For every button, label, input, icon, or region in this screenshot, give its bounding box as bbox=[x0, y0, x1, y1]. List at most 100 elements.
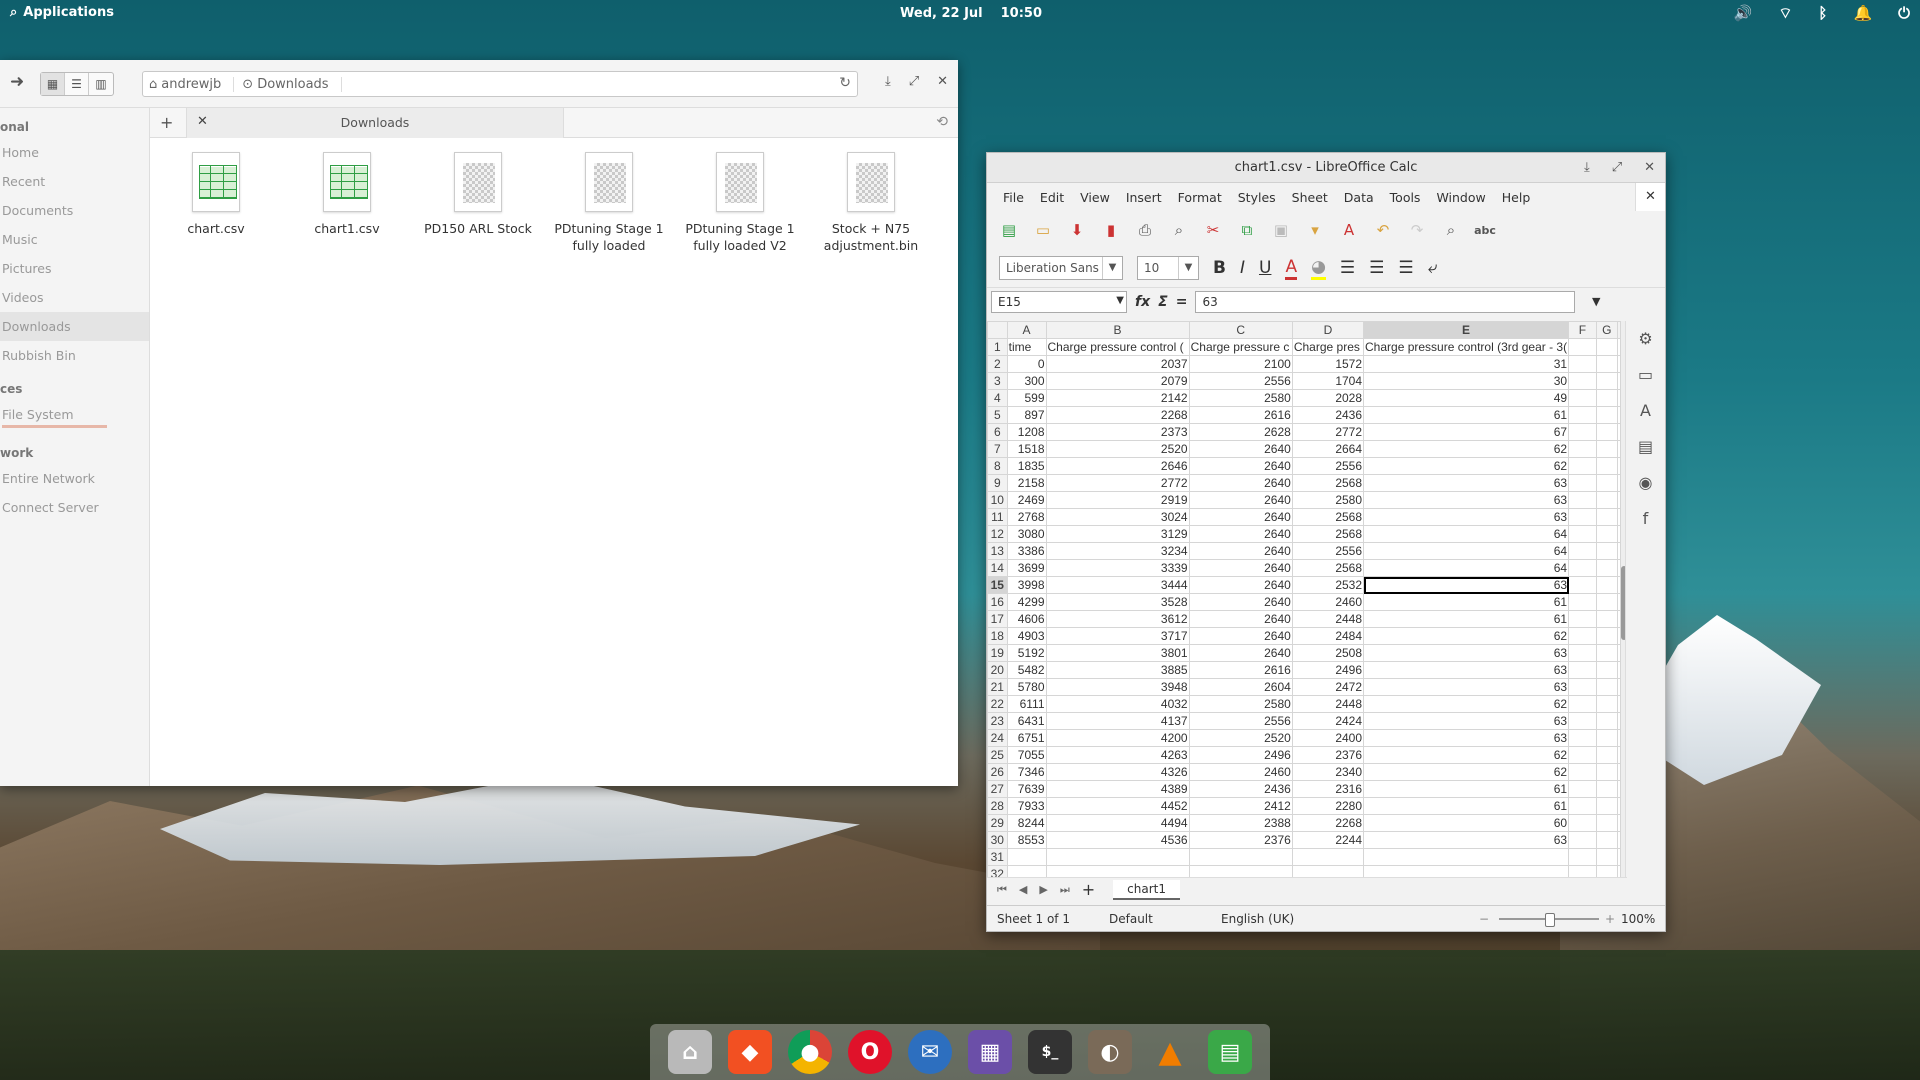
file-item[interactable]: Stock + N75 adjustment.bin bbox=[811, 140, 931, 254]
cell[interactable]: 62 bbox=[1363, 763, 1570, 781]
export-pdf-icon[interactable]: ▮ bbox=[1101, 220, 1121, 240]
cell[interactable] bbox=[1568, 338, 1597, 356]
cell[interactable]: 2640 bbox=[1188, 440, 1293, 458]
cell[interactable] bbox=[1595, 491, 1619, 509]
history-icon[interactable]: ⟲ bbox=[936, 114, 948, 130]
cell[interactable] bbox=[1595, 355, 1619, 373]
row-header[interactable]: 20 bbox=[987, 661, 1008, 679]
cell[interactable]: 4903 bbox=[1006, 627, 1047, 645]
sum-icon[interactable]: Σ bbox=[1158, 294, 1168, 310]
cell[interactable] bbox=[1595, 406, 1619, 424]
sidebar-item-documents[interactable]: Documents bbox=[0, 196, 149, 225]
cell[interactable]: 6111 bbox=[1006, 695, 1047, 713]
cell[interactable] bbox=[1595, 746, 1619, 764]
cell[interactable]: 6431 bbox=[1006, 712, 1047, 730]
cell[interactable]: Charge pres bbox=[1291, 338, 1365, 356]
row-header[interactable]: 17 bbox=[987, 610, 1008, 628]
cell[interactable] bbox=[1568, 712, 1597, 730]
cell[interactable]: 5482 bbox=[1006, 661, 1047, 679]
cell[interactable]: 2244 bbox=[1291, 831, 1365, 849]
cell[interactable]: 2100 bbox=[1188, 355, 1293, 373]
cell[interactable]: 8244 bbox=[1006, 814, 1047, 832]
cell[interactable]: Charge pressure c bbox=[1188, 338, 1293, 356]
cell[interactable]: 30 bbox=[1363, 372, 1570, 390]
properties-icon[interactable]: ⚙ bbox=[1626, 321, 1665, 357]
cell[interactable]: 3234 bbox=[1045, 542, 1190, 560]
cell[interactable]: 2373 bbox=[1045, 423, 1190, 441]
breadcrumb-downloads[interactable]: ⊙ Downloads bbox=[242, 76, 342, 92]
opera-app-icon[interactable]: O bbox=[848, 1030, 892, 1074]
cell[interactable] bbox=[1568, 474, 1597, 492]
name-box[interactable]: E15 ▼ bbox=[991, 290, 1127, 313]
cell[interactable] bbox=[1568, 831, 1597, 849]
cell[interactable]: 2568 bbox=[1291, 559, 1365, 577]
menu-edit[interactable]: Edit bbox=[1032, 190, 1072, 205]
cell[interactable]: 2496 bbox=[1188, 746, 1293, 764]
cell[interactable]: 2604 bbox=[1188, 678, 1293, 696]
cell[interactable]: 2772 bbox=[1045, 474, 1190, 492]
cell[interactable] bbox=[1568, 610, 1597, 628]
cell[interactable]: 4452 bbox=[1045, 797, 1190, 815]
font-name-select[interactable]: Liberation Sans ▼ bbox=[999, 256, 1123, 280]
align-center-icon[interactable]: ☰ bbox=[1369, 258, 1384, 278]
bluetooth-icon[interactable]: ᛒ bbox=[1818, 4, 1827, 23]
add-sheet-icon[interactable]: + bbox=[1082, 880, 1095, 899]
cell[interactable] bbox=[1568, 440, 1597, 458]
cell[interactable]: 4263 bbox=[1045, 746, 1190, 764]
menu-tools[interactable]: Tools bbox=[1382, 190, 1429, 205]
cell[interactable] bbox=[1595, 729, 1619, 747]
column-view-icon[interactable]: ▥ bbox=[89, 73, 113, 95]
cell[interactable] bbox=[1568, 508, 1597, 526]
row-header[interactable]: 21 bbox=[987, 678, 1008, 696]
row-header[interactable]: 16 bbox=[987, 593, 1008, 611]
cell[interactable]: 2556 bbox=[1188, 712, 1293, 730]
cell[interactable]: 2640 bbox=[1188, 627, 1293, 645]
zoom-slider[interactable] bbox=[1499, 913, 1599, 927]
row-header[interactable]: 28 bbox=[987, 797, 1008, 815]
cell[interactable] bbox=[1568, 593, 1597, 611]
cell[interactable]: 3386 bbox=[1006, 542, 1047, 560]
cell[interactable] bbox=[1595, 695, 1619, 713]
cell[interactable]: 2376 bbox=[1291, 746, 1365, 764]
cell[interactable]: 2640 bbox=[1188, 457, 1293, 475]
cell[interactable]: 5780 bbox=[1006, 678, 1047, 696]
function-wizard-icon[interactable]: fx bbox=[1135, 294, 1150, 310]
cell[interactable]: 2616 bbox=[1188, 661, 1293, 679]
cell[interactable]: 2768 bbox=[1006, 508, 1047, 526]
row-header[interactable]: 31 bbox=[987, 848, 1008, 866]
sidebar-item-downloads[interactable]: Downloads bbox=[0, 312, 149, 341]
zoom-in-icon[interactable]: + bbox=[1605, 912, 1615, 926]
cell[interactable] bbox=[1568, 542, 1597, 560]
column-header[interactable]: E bbox=[1363, 321, 1570, 339]
cell[interactable]: 3444 bbox=[1045, 576, 1190, 594]
row-header[interactable]: 22 bbox=[987, 695, 1008, 713]
cell[interactable]: 1572 bbox=[1291, 355, 1365, 373]
notifications-icon[interactable]: 🔔 bbox=[1853, 4, 1872, 23]
clone-format-icon[interactable]: ▾ bbox=[1305, 220, 1325, 240]
cell[interactable]: Charge pressure control ( bbox=[1045, 338, 1190, 356]
cell[interactable] bbox=[1568, 678, 1597, 696]
cell[interactable]: 7639 bbox=[1006, 780, 1047, 798]
last-sheet-icon[interactable]: ⏭ bbox=[1060, 883, 1070, 897]
cell[interactable] bbox=[1595, 763, 1619, 781]
font-style-icon[interactable]: A bbox=[1626, 393, 1665, 429]
cell[interactable] bbox=[1595, 644, 1619, 662]
files-app-icon[interactable]: ⌂ bbox=[668, 1030, 712, 1074]
cell[interactable] bbox=[1363, 848, 1570, 866]
cell[interactable]: 7933 bbox=[1006, 797, 1047, 815]
maximize-icon[interactable]: ⤢ bbox=[1612, 153, 1622, 183]
zoom-out-icon[interactable]: − bbox=[1479, 912, 1489, 926]
cell[interactable]: 2496 bbox=[1291, 661, 1365, 679]
row-header[interactable]: 9 bbox=[987, 474, 1008, 492]
cell[interactable] bbox=[1188, 865, 1293, 877]
formula-icon[interactable]: = bbox=[1176, 294, 1188, 310]
cell[interactable] bbox=[1568, 814, 1597, 832]
cell[interactable]: 2079 bbox=[1045, 372, 1190, 390]
cell[interactable] bbox=[1568, 559, 1597, 577]
row-header[interactable]: 11 bbox=[987, 508, 1008, 526]
close-icon[interactable]: ✕ bbox=[1644, 153, 1655, 183]
cell[interactable]: 61 bbox=[1363, 797, 1570, 815]
cell[interactable]: 63 bbox=[1363, 712, 1570, 730]
cell[interactable]: 7055 bbox=[1006, 746, 1047, 764]
list-view-icon[interactable]: ☰ bbox=[65, 73, 89, 95]
